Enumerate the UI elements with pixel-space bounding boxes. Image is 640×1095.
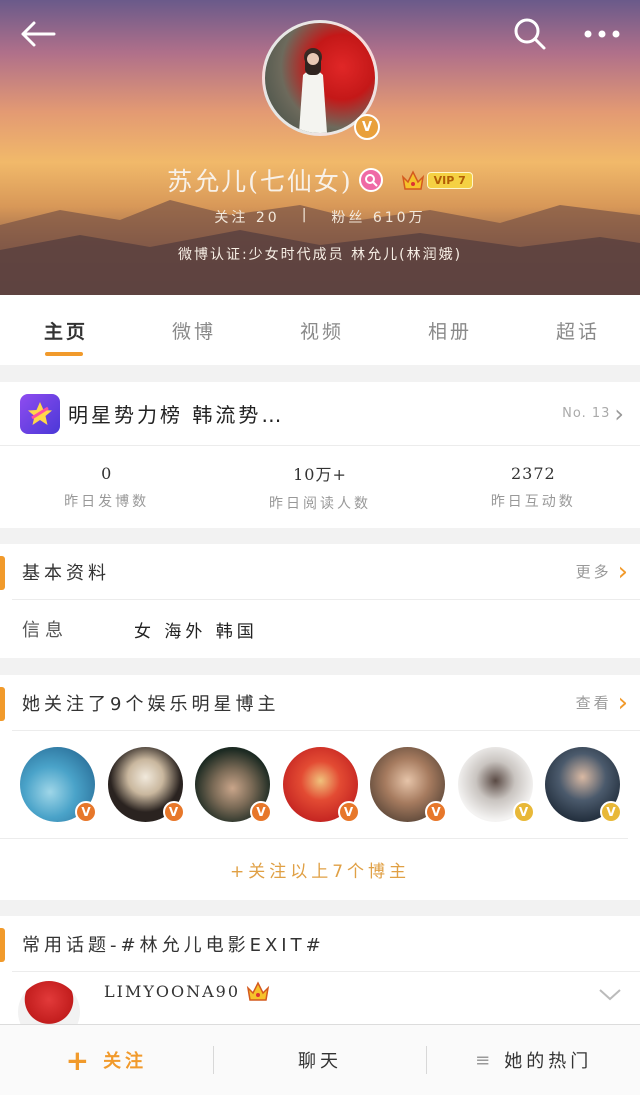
topic-post-header[interactable]: LIMYOONA90 <box>0 972 640 1043</box>
rank-number: No. 13 <box>562 406 611 421</box>
stat-label: 昨日互动数 <box>490 493 576 510</box>
followed-avatar[interactable]: V <box>107 747 185 823</box>
verified-v-icon: V <box>425 801 447 823</box>
more-button[interactable] <box>578 12 626 56</box>
more-dots-icon <box>584 30 620 38</box>
basic-info-card: 基本资料 更多 › 信息 女 海外 韩国 <box>0 544 640 658</box>
tab-label: 超话 <box>555 320 600 343</box>
vip-badge[interactable]: VIP 7 <box>426 171 473 189</box>
verification-text: 微博认证:少女时代成员 林允儿(林润娥) <box>177 247 463 263</box>
follow-stats: 关注 20 | 粉丝 610万 <box>0 207 640 227</box>
verified-v-icon: V <box>250 801 272 823</box>
followed-avatar[interactable]: V <box>282 747 360 823</box>
name-row: 苏允儿(七仙女) VIP 7 <box>0 162 640 198</box>
view-link[interactable]: 查看 <box>576 692 612 713</box>
followed-avatars: V V V V V V V <box>0 731 628 839</box>
topics-header[interactable]: 常用话题-#林允儿电影EXIT# <box>0 916 640 972</box>
section-title: 基本资料 <box>22 562 110 584</box>
verified-v-icon: V <box>354 114 380 140</box>
star-rank-card: 明星势力榜 韩流势… No. 13 › 0 昨日发博数 10万+ 昨日阅读人数 … <box>0 382 640 528</box>
chevron-down-icon[interactable] <box>598 988 622 1002</box>
section-title: 常用话题-#林允儿电影EXIT# <box>22 934 325 956</box>
info-value: 女 海外 韩国 <box>134 621 258 642</box>
followed-avatar[interactable]: V <box>195 747 272 823</box>
followed-avatar[interactable]: V <box>370 747 447 823</box>
stat-posts: 0 昨日发博数 <box>0 446 213 528</box>
topics-card: 常用话题-#林允儿电影EXIT# LIMYOONA90 <box>0 916 640 1043</box>
basic-info-header[interactable]: 基本资料 更多 › <box>0 544 640 600</box>
stat-value: 10万+ <box>293 465 347 484</box>
back-arrow-icon <box>21 21 56 47</box>
section-accent-bar <box>0 687 5 721</box>
follow-label: 关注 <box>103 1051 148 1072</box>
rank-stats: 0 昨日发博数 10万+ 昨日阅读人数 2372 昨日互动数 <box>0 446 640 528</box>
tab-album[interactable]: 相册 <box>384 295 512 365</box>
bottom-action-bar: + 关注 聊天 ≡ 她的热门 <box>0 1024 640 1095</box>
profile-header: V 苏允儿(七仙女) VIP 7 关注 20 | 粉丝 610万 微博认证:少女… <box>0 0 640 295</box>
following-card: 她关注了9个娱乐明星博主 查看 › V V V V V V V +关注以上7个博… <box>0 675 640 900</box>
info-label: 信息 <box>22 620 68 641</box>
info-row: 信息 女 海外 韩国 <box>0 600 640 658</box>
chat-button[interactable]: 聊天 <box>214 1040 427 1080</box>
chat-label: 聊天 <box>298 1051 342 1072</box>
stat-interactions: 2372 昨日互动数 <box>427 446 640 528</box>
verified-v-icon: V <box>600 801 622 823</box>
chevron-right-icon: › <box>614 399 624 428</box>
tab-label: 主页 <box>43 320 88 343</box>
menu-lines-icon: ≡ <box>475 1049 495 1071</box>
stats-separator: | <box>301 207 310 223</box>
plus-icon: + <box>65 1043 94 1077</box>
section-title: 她关注了9个娱乐明星博主 <box>22 693 280 715</box>
crown-icon <box>246 981 270 1001</box>
post-username[interactable]: LIMYOONA90 <box>104 982 240 1001</box>
followed-avatar[interactable]: V <box>545 747 622 823</box>
verified-v-icon: V <box>512 801 535 823</box>
tab-label: 微博 <box>171 320 216 343</box>
tab-active-indicator <box>45 352 83 356</box>
profile-tabs: 主页 微博 视频 相册 超话 <box>0 295 640 365</box>
chevron-right-icon: › <box>617 687 628 718</box>
follow-all-button[interactable]: +关注以上7个博主 <box>0 839 640 899</box>
stat-value: 2372 <box>510 463 556 483</box>
rank-title: 明星势力榜 韩流势… <box>68 403 285 427</box>
section-accent-bar <box>0 928 5 962</box>
following-header[interactable]: 她关注了9个娱乐明星博主 查看 › <box>0 675 640 731</box>
tab-video[interactable]: 视频 <box>256 295 384 365</box>
female-icon <box>358 168 383 192</box>
avatar-person-figure <box>299 48 327 133</box>
verified-v-icon: V <box>337 801 360 823</box>
search-button[interactable] <box>508 12 552 56</box>
tab-weibo[interactable]: 微博 <box>128 295 256 365</box>
followed-avatar[interactable]: V <box>457 747 535 823</box>
tab-label: 相册 <box>427 320 472 343</box>
back-button[interactable] <box>14 12 62 56</box>
verified-v-icon: V <box>75 801 97 823</box>
follow-count[interactable]: 关注 20 <box>214 207 279 227</box>
hot-posts-label: 她的热门 <box>504 1051 593 1072</box>
tab-home[interactable]: 主页 <box>0 295 128 365</box>
followed-avatar[interactable]: V <box>20 747 97 823</box>
tab-label: 视频 <box>299 320 344 343</box>
stat-label: 昨日阅读人数 <box>268 496 371 512</box>
more-link[interactable]: 更多 <box>576 561 612 582</box>
user-name: 苏允儿(七仙女) <box>167 167 353 196</box>
search-icon <box>514 18 546 50</box>
stat-readers: 10万+ 昨日阅读人数 <box>213 446 426 528</box>
mountain-backdrop <box>0 200 640 295</box>
star-rank-row[interactable]: 明星势力榜 韩流势… No. 13 › <box>0 382 640 446</box>
section-accent-bar <box>0 556 5 590</box>
crown-icon <box>401 170 424 190</box>
tab-supertopic[interactable]: 超话 <box>512 295 640 365</box>
stat-value: 0 <box>101 463 113 483</box>
star-rank-icon <box>20 393 60 434</box>
follow-button[interactable]: + 关注 <box>0 1040 213 1080</box>
verified-v-icon: V <box>162 801 185 823</box>
hot-posts-button[interactable]: ≡ 她的热门 <box>427 1040 640 1080</box>
fans-count[interactable]: 粉丝 610万 <box>331 207 425 227</box>
chevron-right-icon: › <box>617 556 628 587</box>
stat-label: 昨日发博数 <box>64 493 150 510</box>
